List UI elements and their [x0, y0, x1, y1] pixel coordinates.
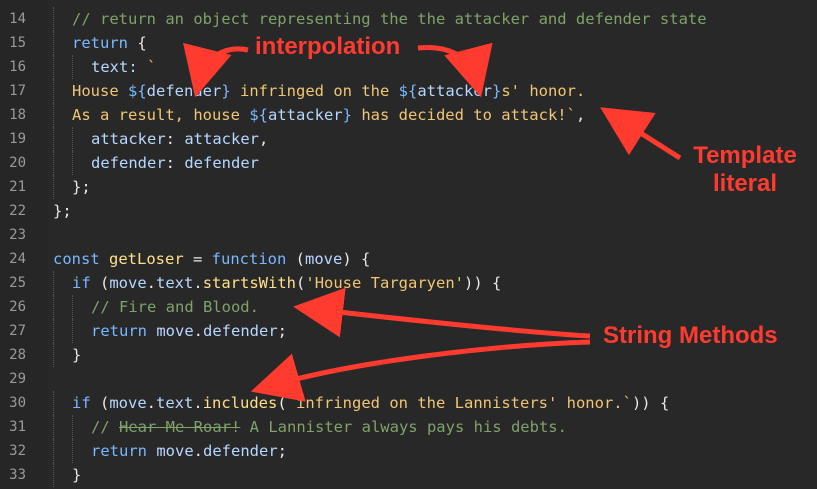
string-methods-label: String Methods — [603, 322, 778, 349]
string-methods-arrow-bottom — [250, 339, 591, 402]
interpolation-arrow-left — [183, 42, 249, 98]
interpolation-arrow-right — [417, 42, 493, 98]
annotation-arrows — [183, 42, 682, 402]
template-literal-label-line2: literal — [712, 170, 778, 197]
template-literal-arrow — [600, 107, 682, 161]
interpolation-label: interpolation — [255, 33, 401, 60]
string-methods-arrow-top — [293, 287, 591, 339]
template-literal-label: Template literal — [690, 142, 800, 198]
template-literal-label-line1: Template — [693, 142, 797, 169]
